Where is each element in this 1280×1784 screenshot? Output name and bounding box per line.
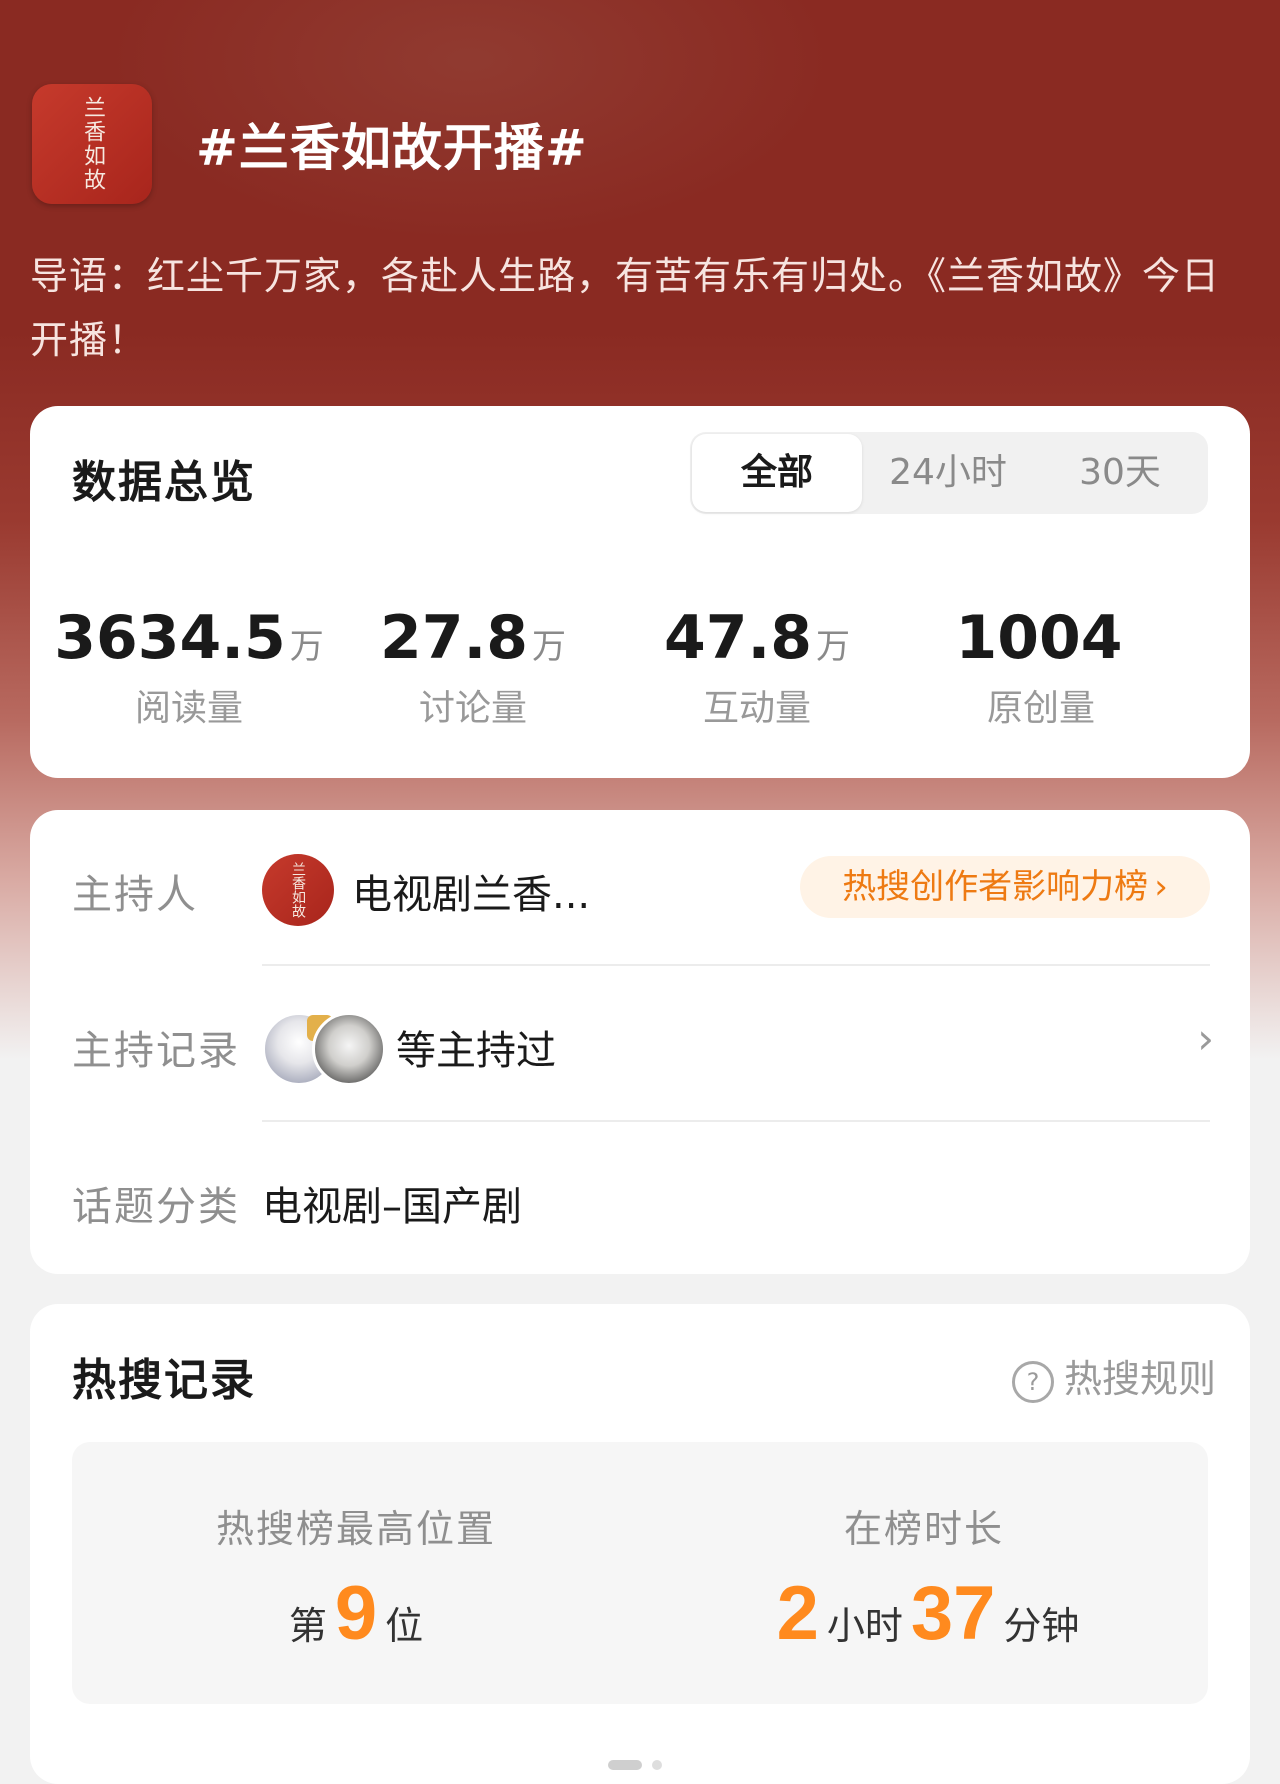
host-record-text: 等主持过 [396, 1028, 556, 1074]
avatar[interactable] [312, 1012, 386, 1086]
stat-unit: 万 [289, 627, 324, 667]
stat-interactions: 47.8 万 互动量 [612, 602, 902, 731]
tab-24h[interactable]: 24小时 [862, 432, 1034, 514]
host-avatar[interactable]: 兰香如故 [262, 854, 334, 926]
host-row: 主持人 兰香如故 电视剧兰香... 热搜创作者影响力榜 › [30, 810, 1250, 964]
stat-value: 1004 [955, 603, 1123, 673]
category-label: 话题分类 [72, 1184, 240, 1230]
duration-hours: 2 [776, 1571, 819, 1656]
topic-intro: 导语：红尘千万家，各赴人生路，有苦有乐有归处。《兰香如故》今日开播！ [30, 254, 1221, 362]
tab-30d[interactable]: 30天 [1034, 432, 1206, 514]
help-circle-icon: ? [1011, 1360, 1054, 1403]
stat-label: 阅读量 [134, 688, 243, 729]
host-label: 主持人 [72, 872, 198, 918]
stat-value: 47.8 [663, 603, 813, 673]
hot-search-rules-link[interactable]: ? 热搜规则 [1011, 1348, 1216, 1403]
topic-title: #兰香如故开播# [196, 119, 588, 177]
category-row: 话题分类 电视剧–国产剧 [30, 1122, 1250, 1276]
stat-label: 互动量 [702, 688, 811, 729]
peak-prefix: 第 [288, 1604, 327, 1648]
host-record-label: 主持记录 [72, 1028, 240, 1074]
time-range-tabs: 全部 24小时 30天 [690, 432, 1208, 514]
tab-all[interactable]: 全部 [692, 434, 862, 512]
time-on-list: 在榜时长 2 小时 37 分钟 [640, 1442, 1208, 1704]
chevron-right-icon[interactable]: › [1197, 1014, 1214, 1063]
stat-label: 原创量 [986, 688, 1095, 729]
hot-search-card: 热搜记录 ? 热搜规则 热搜榜最高位置 第9位 在榜时长 2 小时 37 分钟 [30, 1304, 1250, 1784]
stat-unit: 万 [816, 627, 851, 667]
category-value[interactable]: 电视剧–国产剧 [262, 1174, 522, 1232]
duration-minutes-unit: 分钟 [1003, 1604, 1080, 1648]
page-dot-active [608, 1760, 642, 1770]
creator-rank-button[interactable]: 热搜创作者影响力榜 › [800, 856, 1210, 918]
stat-label: 讨论量 [418, 688, 527, 729]
host-record-row[interactable]: 主持记录 等主持过 › [30, 966, 1250, 1120]
stat-value: 3634.5 [54, 603, 286, 673]
stat-value: 27.8 [379, 603, 529, 673]
data-overview-card: 数据总览 全部 24小时 30天 3634.5 万 阅读量 27.8 万 讨论量 4… [30, 406, 1250, 778]
duration-hours-unit: 小时 [826, 1604, 903, 1648]
rank-chip-label: 热搜创作者影响力榜 [842, 867, 1149, 907]
peak-value: 9 [334, 1571, 378, 1656]
duration-title: 在榜时长 [843, 1507, 1004, 1551]
peak-title: 热搜榜最高位置 [215, 1507, 496, 1551]
peak-value-line: 第9位 [72, 1570, 640, 1657]
hot-search-title: 热搜记录 [72, 1355, 256, 1406]
topic-seal-logo-icon: 兰香如故 [32, 84, 152, 204]
overview-title: 数据总览 [72, 457, 256, 508]
host-name-link[interactable]: 电视剧兰香... [352, 862, 590, 920]
peak-suffix: 位 [385, 1604, 424, 1648]
chevron-right-icon: › [1154, 867, 1168, 907]
page-dot [652, 1760, 662, 1770]
duration-minutes: 37 [910, 1571, 996, 1656]
stat-reads: 3634.5 万 阅读量 [44, 602, 334, 731]
topic-header: 兰香如故 #兰香如故开播# 导语：红尘千万家，各赴人生路，有苦有乐有归处。《兰香… [0, 0, 1280, 400]
topic-info-card: 主持人 兰香如故 电视剧兰香... 热搜创作者影响力榜 › 主持记录 等主持过 ›… [30, 810, 1250, 1274]
rules-label: 热搜规则 [1063, 1357, 1216, 1401]
duration-value-line: 2 小时 37 分钟 [640, 1570, 1208, 1657]
peak-position: 热搜榜最高位置 第9位 [72, 1442, 640, 1704]
stat-originals: 1004 原创量 [896, 602, 1186, 731]
stat-unit: 万 [532, 627, 567, 667]
seal-text: 兰香如故 [80, 96, 105, 192]
stat-discussions: 27.8 万 讨论量 [328, 602, 618, 731]
hot-search-summary: 热搜榜最高位置 第9位 在榜时长 2 小时 37 分钟 [72, 1442, 1208, 1704]
